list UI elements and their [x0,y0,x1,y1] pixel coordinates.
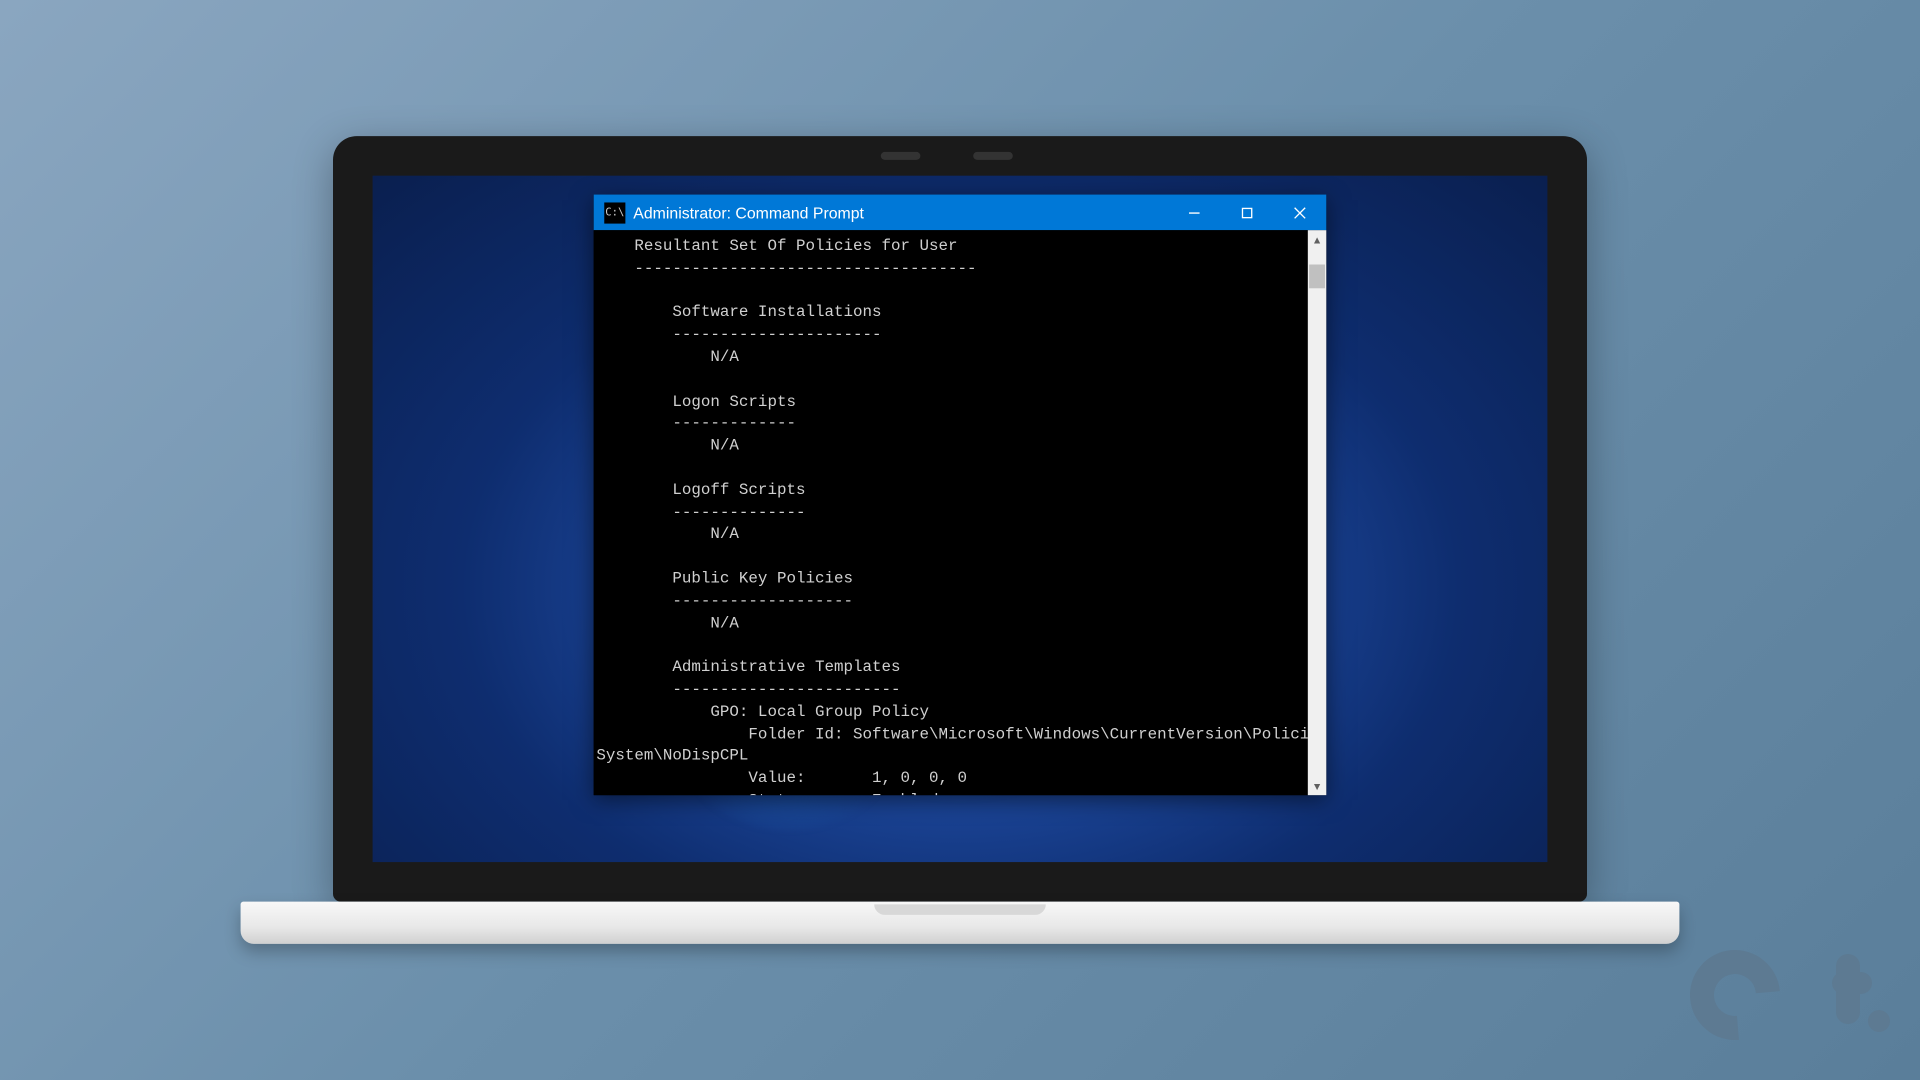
command-prompt-window: C:\ Administrator: Command Prompt [594,195,1327,796]
laptop-bezel: C:\ Administrator: Command Prompt [333,136,1587,902]
maximize-button[interactable] [1221,195,1274,231]
terminal-body: Resultant Set Of Policies for User -----… [594,230,1327,795]
scroll-down-icon[interactable]: ▼ [1308,777,1326,795]
window-titlebar[interactable]: C:\ Administrator: Command Prompt [594,195,1327,231]
cmd-icon: C:\ [604,202,625,223]
window-title: Administrator: Command Prompt [633,203,1168,221]
logo-c-shape [1672,932,1799,1059]
minimize-button[interactable] [1168,195,1221,231]
laptop-base [241,902,1680,944]
scroll-track[interactable] [1308,249,1326,777]
terminal-output[interactable]: Resultant Set Of Policies for User -----… [594,230,1308,795]
watermark-logo [1690,950,1860,1050]
logo-t-shape [1836,954,1860,1024]
scroll-up-icon[interactable]: ▲ [1308,230,1326,248]
window-controls [1168,195,1326,231]
laptop-frame: C:\ Administrator: Command Prompt [333,136,1587,944]
close-button[interactable] [1274,195,1327,231]
desktop-screen: C:\ Administrator: Command Prompt [373,176,1548,862]
scroll-thumb[interactable] [1309,265,1325,289]
vertical-scrollbar[interactable]: ▲ ▼ [1308,230,1326,795]
